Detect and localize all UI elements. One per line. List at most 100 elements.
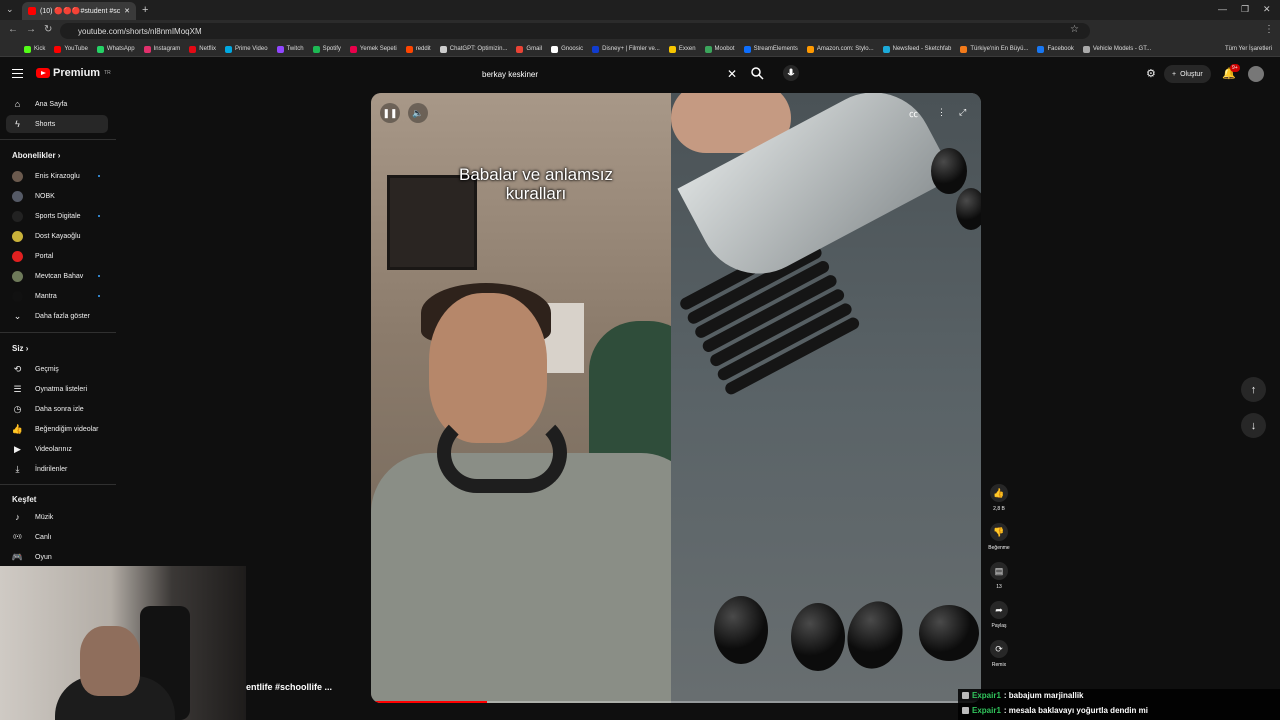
bookmark-label: Yemek Sepeti bbox=[359, 46, 397, 52]
bookmark-item[interactable]: Exxen bbox=[668, 45, 696, 53]
shorts-video-player[interactable]: Babalar ve anlamsız kuralları ❚❚ 🔈 ㏄ ⋮ ⤢ bbox=[371, 93, 981, 703]
sidebar-item-you[interactable]: ◷ Daha sonra izle bbox=[6, 400, 108, 418]
bookmark-label: Vehicle Models - GT... bbox=[1092, 46, 1152, 52]
bookmark-item[interactable]: Newsfeed - Sketchfab bbox=[882, 45, 952, 53]
bookmark-item[interactable]: Facebook bbox=[1037, 45, 1074, 53]
fullscreen-icon[interactable]: ⤢ bbox=[959, 107, 966, 118]
sidebar-channel[interactable]: Portal bbox=[6, 247, 108, 265]
clear-search-icon[interactable]: ✕ bbox=[727, 67, 737, 81]
chat-message: Expair1: babajum marjinallik bbox=[962, 691, 1083, 700]
bookmark-item[interactable]: WhatsApp bbox=[96, 45, 135, 53]
arrow-up-icon: ↑ bbox=[1250, 383, 1257, 396]
maximize-icon[interactable]: ❐ bbox=[1241, 4, 1249, 15]
remix-button[interactable]: ⟳ Remix bbox=[985, 640, 1013, 668]
bookmark-item[interactable]: Instagram bbox=[143, 45, 180, 53]
show-more-button[interactable]: ⌄ Daha fazla göster bbox=[6, 307, 108, 325]
sidebar-channel[interactable]: Dost Kayaoğlu bbox=[6, 227, 108, 245]
you-heading[interactable]: Siz › bbox=[12, 344, 28, 353]
bookmark-item[interactable]: Moobot bbox=[704, 45, 735, 53]
sidebar-item-explore[interactable]: ((•)) Canlı bbox=[6, 528, 108, 546]
dislike-button[interactable]: 👎 Beğenme bbox=[985, 523, 1013, 551]
sidebar-item-home[interactable]: ⌂ Ana Sayfa bbox=[6, 95, 108, 113]
forward-icon[interactable]: → bbox=[26, 24, 36, 35]
all-bookmarks[interactable]: Tüm Yer İşaretleri bbox=[1225, 46, 1272, 52]
captions-icon[interactable]: ㏄ bbox=[909, 107, 918, 120]
bookmark-item[interactable]: Vehicle Models - GT... bbox=[1082, 45, 1152, 53]
settings-icon[interactable]: ⚙ bbox=[1146, 67, 1156, 80]
bookmark-item[interactable]: Gnoosic bbox=[551, 45, 583, 53]
create-button[interactable]: + Oluştur bbox=[1164, 65, 1211, 83]
bookmark-item[interactable]: Prime Video bbox=[224, 45, 268, 53]
previous-short-button[interactable]: ↑ bbox=[1241, 377, 1266, 402]
sidebar-item-you[interactable]: ▶ Videolarınız bbox=[6, 440, 108, 458]
reload-icon[interactable]: ↻ bbox=[44, 24, 52, 35]
share-button[interactable]: ➦ Paylaş bbox=[985, 601, 1013, 629]
sidebar-channel[interactable]: NOBK bbox=[6, 187, 108, 205]
bookmark-star-icon[interactable]: ☆ bbox=[1070, 24, 1079, 35]
bookmark-item[interactable]: Spotify bbox=[312, 45, 341, 53]
bookmark-item[interactable]: ChatGPT: Optimizin... bbox=[439, 45, 507, 53]
bookmark-item[interactable]: Türkiye'nin En Büyü... bbox=[960, 45, 1028, 53]
create-label: Oluştur bbox=[1180, 70, 1203, 78]
bookmark-item[interactable]: YouTube bbox=[54, 45, 88, 53]
comment-icon: ▤ bbox=[990, 562, 1008, 580]
back-icon[interactable]: ← bbox=[8, 24, 18, 35]
bookmark-favicon-icon bbox=[960, 45, 968, 53]
progress-bar[interactable] bbox=[371, 701, 981, 703]
bookmark-item[interactable]: Disney+ | Filmler ve... bbox=[592, 45, 660, 53]
browser-menu-icon[interactable]: ⋮ bbox=[1264, 24, 1274, 35]
divider bbox=[0, 332, 116, 333]
pause-button[interactable]: ❚❚ bbox=[380, 103, 400, 123]
bookmark-label: Newsfeed - Sketchfab bbox=[892, 46, 952, 52]
volume-button[interactable]: 🔈 bbox=[408, 103, 428, 123]
bookmark-item[interactable]: Kick bbox=[24, 45, 46, 53]
like-button[interactable]: 👍 2,8 B bbox=[985, 484, 1013, 512]
subscriptions-heading[interactable]: Abonelikler › bbox=[12, 151, 60, 160]
sidebar-item-you[interactable]: 👍 Beğendiğim videolar bbox=[6, 420, 108, 438]
bookmark-item[interactable]: Amazon.com: Stylo... bbox=[806, 45, 874, 53]
bookmark-label: YouTube bbox=[64, 46, 88, 52]
tab-close-icon[interactable]: ✕ bbox=[124, 7, 130, 15]
address-bar[interactable]: youtube.com/shorts/nl8nmIMoqXM bbox=[60, 23, 1090, 39]
menu-icon[interactable] bbox=[12, 69, 23, 78]
sidebar-item-shorts[interactable]: ϟ Shorts bbox=[6, 115, 108, 133]
bookmark-item[interactable]: Netflix bbox=[189, 45, 216, 53]
bookmark-item[interactable]: Twitch bbox=[276, 45, 304, 53]
account-avatar[interactable] bbox=[1248, 66, 1264, 82]
minimize-icon[interactable]: — bbox=[1218, 4, 1227, 14]
bookmark-label: WhatsApp bbox=[106, 46, 135, 52]
next-short-button[interactable]: ↓ bbox=[1241, 413, 1266, 438]
sidebar-item-label: Daha sonra izle bbox=[35, 405, 84, 413]
new-tab-icon[interactable]: + bbox=[142, 4, 148, 16]
more-options-icon[interactable]: ⋮ bbox=[937, 107, 946, 118]
youtube-logo[interactable]: Premium TR bbox=[36, 67, 111, 79]
video-title[interactable]: entlife #schoollife ... bbox=[246, 682, 332, 692]
music-icon: ♪ bbox=[15, 512, 20, 522]
bookmark-label: Kick bbox=[34, 46, 46, 52]
video-caption: Babalar ve anlamsız kuralları bbox=[401, 165, 671, 203]
bookmark-item[interactable]: StreamElements bbox=[743, 45, 798, 53]
bookmark-label: Amazon.com: Stylo... bbox=[816, 46, 874, 52]
sidebar-channel[interactable]: Mevtcan Bahav bbox=[6, 267, 108, 285]
comments-button[interactable]: ▤ 13 bbox=[985, 562, 1013, 590]
olive bbox=[919, 605, 979, 661]
sidebar-item-explore[interactable]: 🎮 Oyun bbox=[6, 548, 108, 566]
sidebar-item-label: Oyun bbox=[35, 553, 52, 561]
history-icon: ⟲ bbox=[13, 363, 22, 374]
sidebar-item-you[interactable]: ⟲ Geçmiş bbox=[6, 360, 108, 378]
sidebar-item-you[interactable]: ☰ Oynatma listeleri bbox=[6, 380, 108, 398]
close-window-icon[interactable]: ✕ bbox=[1263, 4, 1271, 15]
sidebar-channel[interactable]: Mantra bbox=[6, 287, 108, 305]
bookmark-item[interactable]: Yemek Sepeti bbox=[349, 45, 397, 53]
sidebar-item-explore[interactable]: ♪ Müzik bbox=[6, 508, 108, 526]
sidebar-channel[interactable]: Enis Kirazoglu bbox=[6, 167, 108, 185]
browser-tab[interactable]: (10) 🔴🔴🔴#student #sc ✕ bbox=[22, 2, 136, 20]
search-icon[interactable] bbox=[750, 66, 764, 80]
tab-search-icon[interactable]: ⌄ bbox=[6, 4, 14, 15]
sidebar-item-you[interactable]: ⤓ İndirilenler bbox=[6, 460, 108, 478]
mic-icon[interactable] bbox=[783, 65, 799, 81]
sidebar-channel[interactable]: Sports Digitale bbox=[6, 207, 108, 225]
youtube-play-icon bbox=[36, 68, 50, 78]
bookmark-item[interactable]: reddit bbox=[405, 45, 431, 53]
bookmark-item[interactable]: Gmail bbox=[516, 45, 542, 53]
